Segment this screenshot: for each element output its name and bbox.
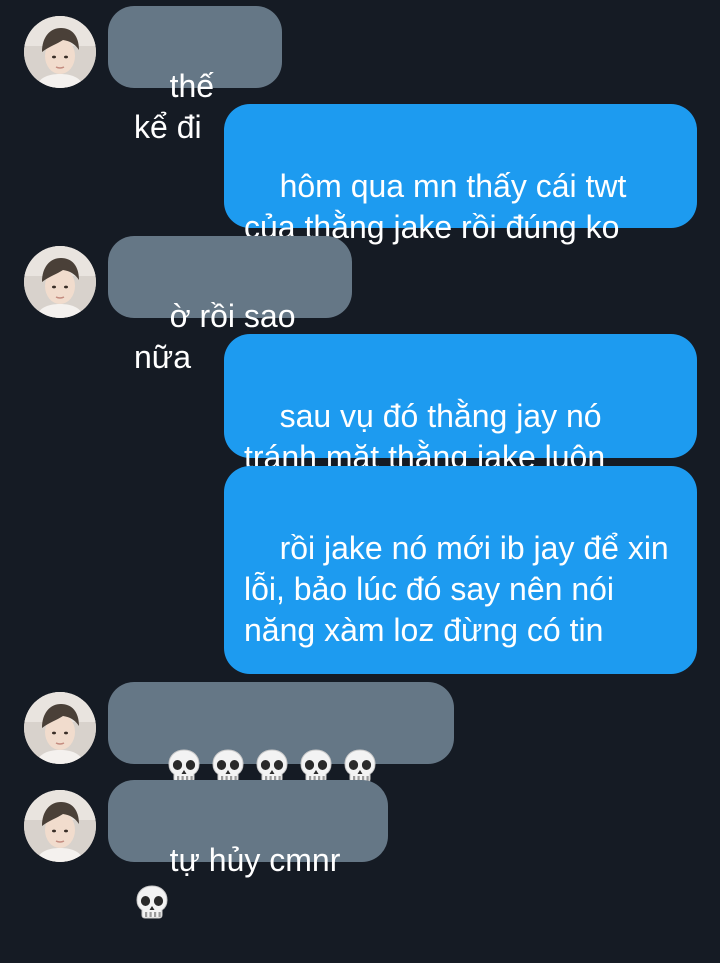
skull-icon [134, 884, 170, 920]
skull-icon [210, 748, 246, 784]
message-bubble [108, 682, 454, 824]
skull-icon [342, 748, 378, 784]
message-bubble: sau vụ đó thằng jay nó tránh mặt thằng j… [224, 334, 697, 475]
message-bubble: thế kể đi [108, 6, 282, 145]
message-bubble: hôm qua mn thấy cái twt của thằng jake r… [224, 104, 697, 245]
avatar[interactable] [24, 692, 96, 764]
message-text: tự hủy cmnr [169, 842, 350, 878]
message-bubble: rồi jake nó mới ib jay để xin lỗi, bảo l… [224, 466, 697, 730]
avatar[interactable] [24, 790, 96, 862]
avatar[interactable] [24, 16, 96, 88]
skull-emoji-row [134, 883, 178, 919]
message-text: hôm qua mn thấy cái twt của thằng jake r… [244, 168, 627, 245]
message-bubble: ờ rồi sao nữa [108, 236, 352, 375]
message-text: rồi jake nó mới ib jay để xin lỗi, bảo l… [244, 530, 669, 648]
skull-icon [166, 748, 202, 784]
message-text: sau vụ đó thằng jay nó tránh mặt thằng j… [244, 398, 606, 475]
avatar[interactable] [24, 246, 96, 318]
skull-icon [254, 748, 290, 784]
skull-icon [298, 748, 334, 784]
message-text: thế kể đi [134, 68, 223, 145]
message-bubble: tự hủy cmnr [108, 780, 388, 919]
